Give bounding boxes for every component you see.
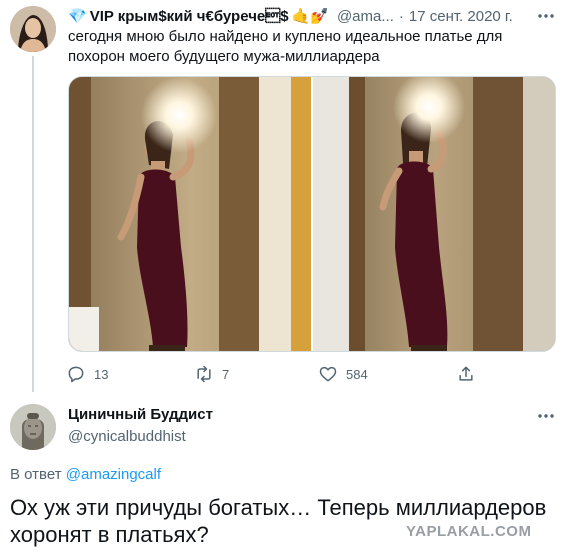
like-count: 584 xyxy=(346,366,368,382)
tweet-original[interactable]: 💎 VIP крым$кий ч€бурече$ 🤙💅 @ama... · 1… xyxy=(0,0,570,395)
heart-icon xyxy=(319,366,337,382)
retweet-count: 7 xyxy=(222,366,230,382)
tweet-media[interactable] xyxy=(68,76,556,352)
retweet-icon xyxy=(197,365,211,383)
tweet-text: сегодня мною было найдено и куплено идеа… xyxy=(68,28,503,65)
reply-button[interactable]: 13 xyxy=(66,362,108,386)
retweet-button[interactable]: 7 xyxy=(194,362,229,386)
photo-left[interactable] xyxy=(69,77,311,351)
more-options-button[interactable] xyxy=(536,6,556,26)
avatar-photo-icon xyxy=(10,6,56,52)
reply-icon xyxy=(68,366,84,383)
tweet-actions: 13 7 584 xyxy=(66,362,476,386)
more-dots-icon xyxy=(538,14,554,18)
author-handle[interactable]: @ama... xyxy=(337,8,394,25)
share-button[interactable] xyxy=(456,362,476,386)
hand-nails-emoji-icon: 🤙💅 xyxy=(291,8,329,25)
tweet-date[interactable]: 17 сент. 2020 г. xyxy=(409,8,513,25)
author-name[interactable]: 💎 VIP крым$кий ч€бурече$ 🤙💅 xyxy=(68,7,332,26)
reply-author-avatar[interactable] xyxy=(10,404,56,450)
replying-to: В ответ @amazingcalf xyxy=(10,466,161,483)
reply-count: 13 xyxy=(94,366,109,382)
author-avatar[interactable] xyxy=(10,6,56,52)
reply-author-handle[interactable]: @cynicalbuddhist xyxy=(68,428,186,445)
header-separator: · xyxy=(398,7,404,25)
diamond-emoji-icon: 💎 xyxy=(68,8,87,25)
photo-right[interactable] xyxy=(313,77,555,351)
tweet-header: 💎 VIP крым$кий ч€бурече$ 🤙💅 @ama... · 1… xyxy=(68,5,538,27)
mirror-selfie-image-icon xyxy=(69,77,311,351)
buddha-statue-icon xyxy=(10,404,56,450)
replying-to-mention[interactable]: @amazingcalf xyxy=(66,466,161,483)
author-name-text: VIP крым$кий ч€бурече$ xyxy=(89,7,289,25)
more-dots-icon xyxy=(538,414,554,418)
replying-to-label: В ответ xyxy=(10,466,62,483)
share-icon xyxy=(459,366,473,381)
thread-connector-line xyxy=(32,56,34,392)
site-watermark: YAPLAKAL.COM xyxy=(406,523,532,540)
mirror-selfie-image-icon xyxy=(313,77,555,351)
reply-author-name[interactable]: Циничный Буддист xyxy=(68,406,213,423)
reply-more-options-button[interactable] xyxy=(536,406,556,426)
like-button[interactable]: 584 xyxy=(318,362,368,386)
